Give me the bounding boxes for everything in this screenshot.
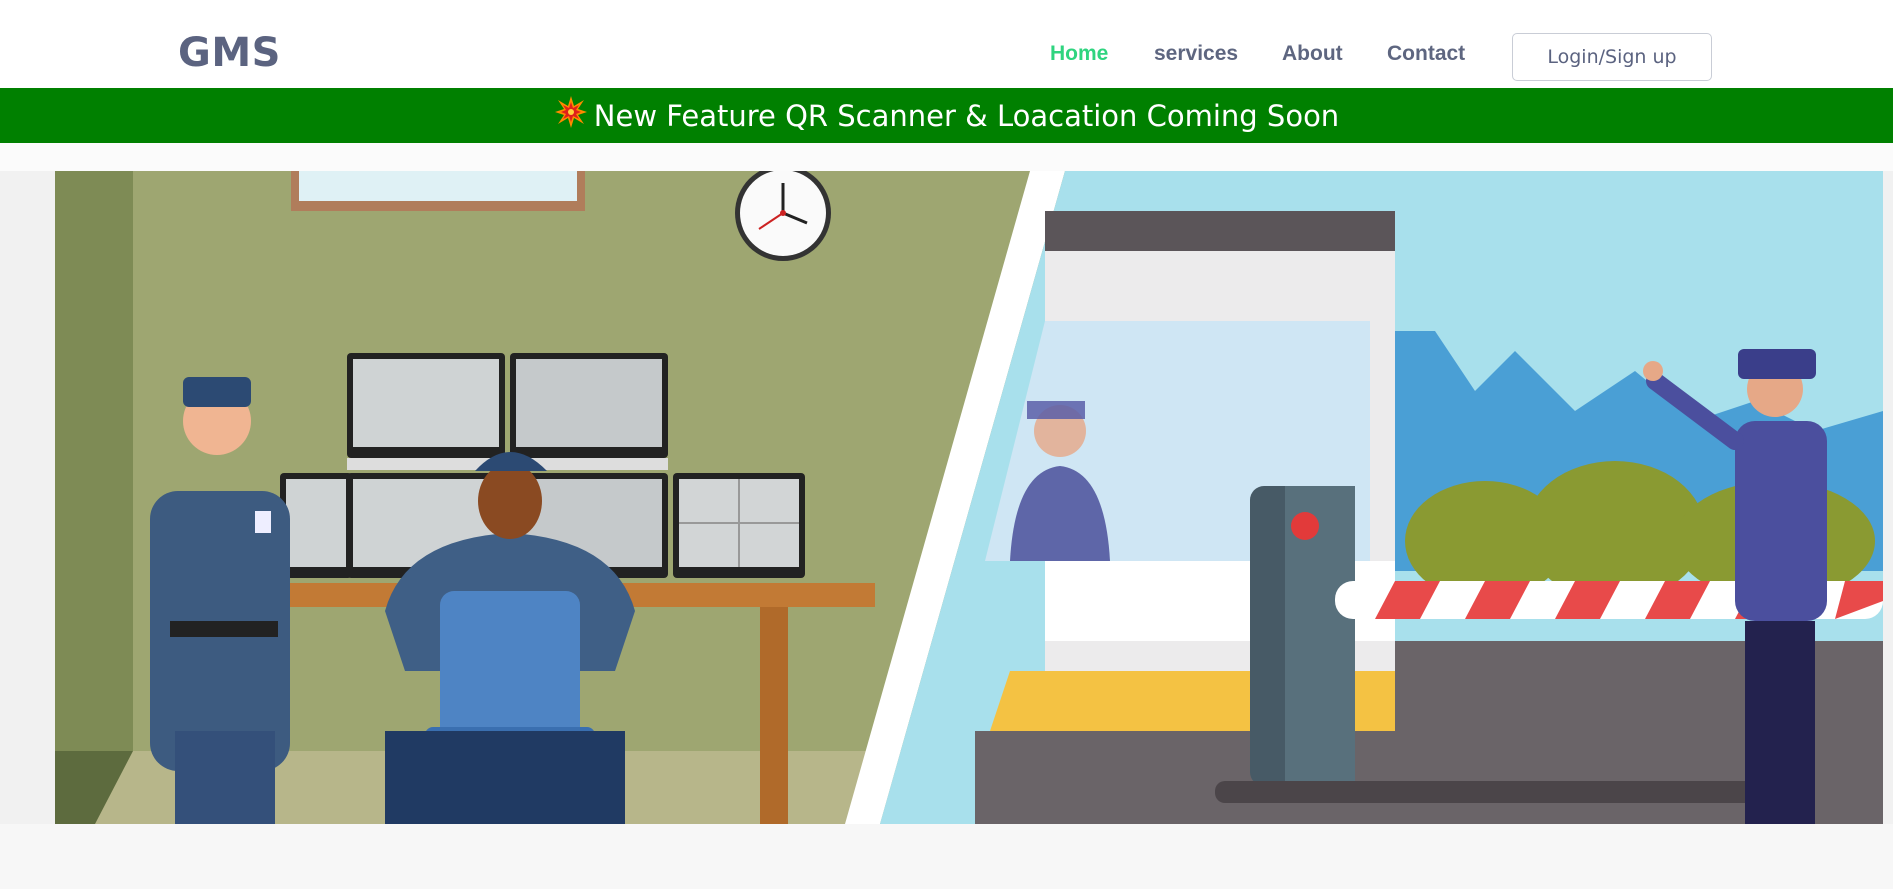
spacer-strip bbox=[0, 143, 1893, 171]
hero-image bbox=[55, 165, 1883, 824]
navbar: GMS Home services About Contact Login/Si… bbox=[0, 0, 1893, 88]
nav-link-services[interactable]: services bbox=[1154, 42, 1238, 66]
announcement-banner: New Feature QR Scanner & Loacation Comin… bbox=[0, 88, 1893, 143]
nav-link-contact[interactable]: Contact bbox=[1387, 42, 1465, 66]
explosion-icon bbox=[554, 95, 588, 136]
nav-link-about[interactable]: About bbox=[1282, 42, 1343, 66]
brand-logo[interactable]: GMS bbox=[178, 30, 281, 76]
page-bottom-area bbox=[0, 824, 1893, 889]
login-signup-button[interactable]: Login/Sign up bbox=[1512, 33, 1712, 81]
nav-link-home[interactable]: Home bbox=[1050, 42, 1108, 66]
announcement-text: New Feature QR Scanner & Loacation Comin… bbox=[593, 98, 1340, 133]
